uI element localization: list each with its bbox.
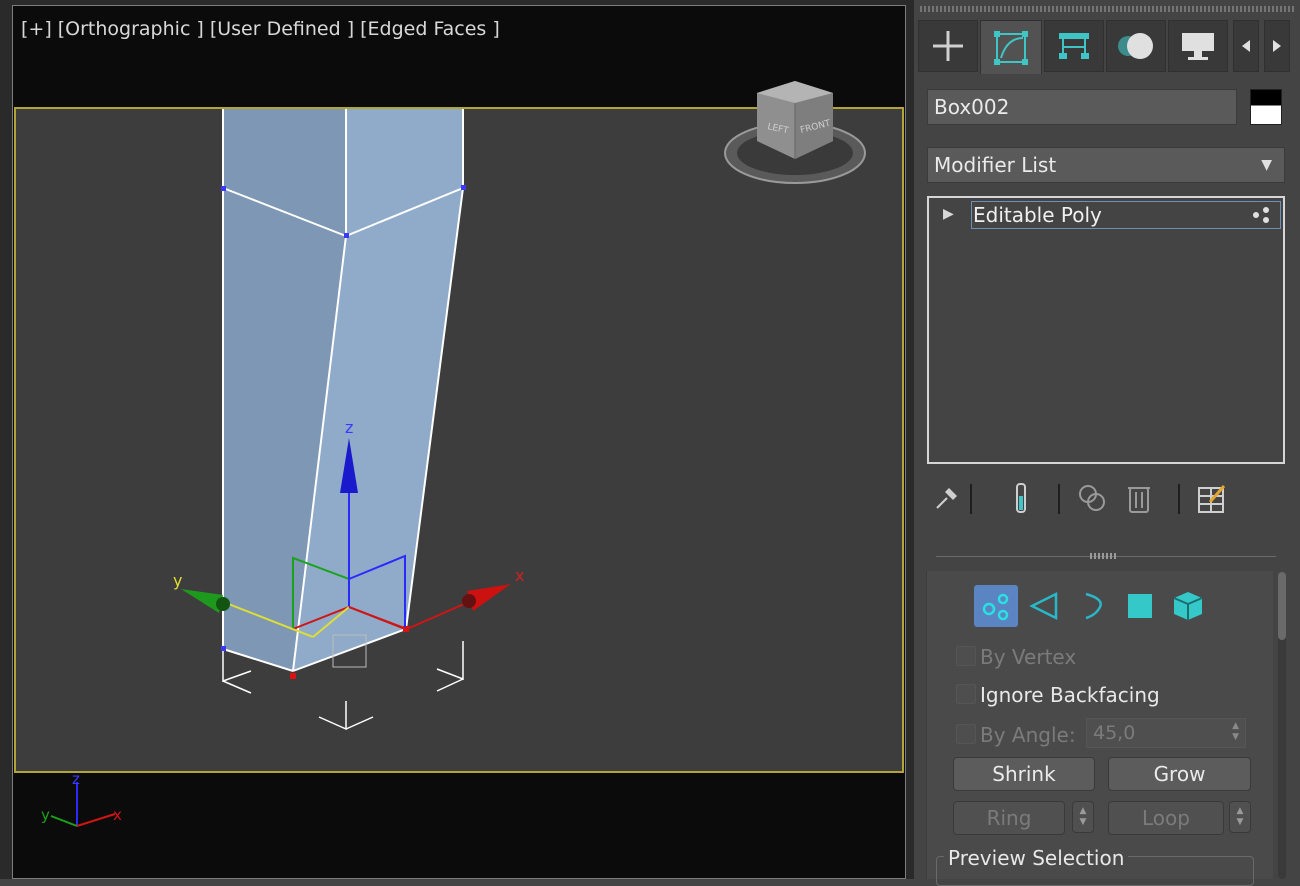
orthographic-viewport[interactable]: [+] [Orthographic ] [User Defined ] [Edged … bbox=[12, 5, 906, 879]
gizmo-y-label: y bbox=[173, 571, 182, 590]
trash-icon bbox=[1128, 487, 1150, 513]
panel-drag-handle[interactable] bbox=[920, 6, 1296, 12]
loop-spinner[interactable]: ▲ ▼ bbox=[1229, 801, 1251, 833]
gizmo-z-label: z bbox=[345, 418, 353, 437]
object-color-swatch[interactable] bbox=[1250, 89, 1282, 125]
expand-triangle-icon[interactable]: ▶ bbox=[943, 206, 954, 222]
stack-toolbar bbox=[932, 480, 1282, 520]
axis-tripod: z y x bbox=[41, 774, 122, 827]
stack-item-label: Editable Poly bbox=[971, 201, 1281, 229]
tab-scroll-left-button[interactable] bbox=[1233, 20, 1259, 72]
ring-button[interactable]: Ring bbox=[953, 801, 1065, 835]
object-name-field[interactable]: Box002 bbox=[927, 89, 1237, 125]
gizmo-x-axis bbox=[406, 600, 472, 630]
configure-modifier-sets-button[interactable] bbox=[1196, 480, 1226, 516]
polygon-level-button[interactable] bbox=[1118, 585, 1162, 627]
edge-icon bbox=[1029, 591, 1058, 621]
vertex-level-button[interactable] bbox=[974, 585, 1018, 627]
tab-modify[interactable] bbox=[980, 20, 1042, 74]
border-level-button[interactable] bbox=[1070, 585, 1114, 627]
show-end-result-button[interactable] bbox=[1006, 480, 1036, 516]
edge-level-button[interactable] bbox=[1022, 585, 1066, 627]
by-vertex-checkbox[interactable] bbox=[956, 646, 976, 666]
border-icon bbox=[1085, 592, 1102, 620]
make-unique-button[interactable] bbox=[1076, 480, 1106, 516]
ring-spinner[interactable]: ▲ ▼ bbox=[1072, 801, 1094, 833]
modify-icon bbox=[994, 30, 1028, 65]
remove-modifier-button[interactable] bbox=[1124, 480, 1154, 516]
polygon-icon bbox=[1128, 594, 1152, 618]
hierarchy-icon bbox=[1059, 33, 1089, 59]
pin-stack-button[interactable] bbox=[932, 480, 962, 516]
loop-button[interactable]: Loop bbox=[1108, 801, 1224, 835]
modifier-stack[interactable]: ▶ Editable Poly bbox=[927, 196, 1285, 464]
display-icon bbox=[1182, 33, 1214, 60]
tripod-x-label: x bbox=[113, 806, 122, 824]
configure-icon bbox=[1198, 485, 1226, 513]
by-angle-label: By Angle: bbox=[980, 723, 1076, 747]
chevron-left-icon bbox=[1242, 40, 1250, 52]
viewport-area: [+] [Orthographic ] [User Defined ] [Edged … bbox=[0, 0, 914, 879]
pin-icon bbox=[936, 488, 957, 509]
element-level-button[interactable] bbox=[1166, 585, 1210, 627]
modifier-list-label: Modifier List bbox=[934, 153, 1057, 177]
command-panel: Box002 Modifier List ▼ ▶ Editable Poly B… bbox=[914, 0, 1300, 886]
make-unique-icon bbox=[1079, 485, 1105, 511]
modifier-list-dropdown[interactable]: Modifier List ▼ bbox=[927, 147, 1285, 183]
panel-scrollbar-thumb[interactable] bbox=[1278, 572, 1286, 640]
ignore-backfacing-label: Ignore Backfacing bbox=[980, 683, 1160, 707]
chevron-down-icon: ▼ bbox=[1261, 157, 1272, 173]
rollout-divider-grip[interactable] bbox=[1090, 553, 1118, 559]
ignore-backfacing-checkbox[interactable] bbox=[956, 684, 976, 704]
chevron-right-icon bbox=[1273, 40, 1281, 52]
tab-motion[interactable] bbox=[1106, 20, 1166, 72]
tripod-y-label: y bbox=[41, 806, 50, 824]
by-angle-value: 45,0 bbox=[1093, 722, 1136, 744]
tripod-z-label: z bbox=[72, 774, 80, 788]
vertex-icon bbox=[982, 593, 1009, 621]
test-tube-icon bbox=[1016, 483, 1026, 513]
gizmo-x-label: x bbox=[515, 566, 524, 585]
element-icon bbox=[1173, 592, 1203, 620]
stack-item-editable-poly[interactable]: ▶ Editable Poly bbox=[929, 200, 1283, 230]
tab-display[interactable] bbox=[1168, 20, 1228, 72]
by-angle-spinner[interactable]: 45,0 ▲ ▼ bbox=[1086, 718, 1246, 748]
spinner-arrows-icon[interactable]: ▲ ▼ bbox=[1232, 721, 1239, 743]
tab-scroll-right-button[interactable] bbox=[1264, 20, 1290, 72]
by-vertex-label: By Vertex bbox=[980, 645, 1077, 669]
vertex-subobject-icon bbox=[1253, 207, 1269, 223]
plus-icon bbox=[933, 31, 963, 61]
by-angle-checkbox[interactable] bbox=[956, 724, 976, 744]
tab-create[interactable] bbox=[918, 20, 978, 72]
grow-button[interactable]: Grow bbox=[1108, 757, 1251, 791]
shrink-button[interactable]: Shrink bbox=[953, 757, 1095, 791]
command-panel-tabs bbox=[918, 20, 1296, 74]
preview-selection-label: Preview Selection bbox=[944, 846, 1129, 870]
tab-hierarchy[interactable] bbox=[1044, 20, 1104, 72]
motion-icon bbox=[1118, 33, 1153, 59]
viewcube[interactable]: LEFT FRONT bbox=[723, 81, 873, 191]
